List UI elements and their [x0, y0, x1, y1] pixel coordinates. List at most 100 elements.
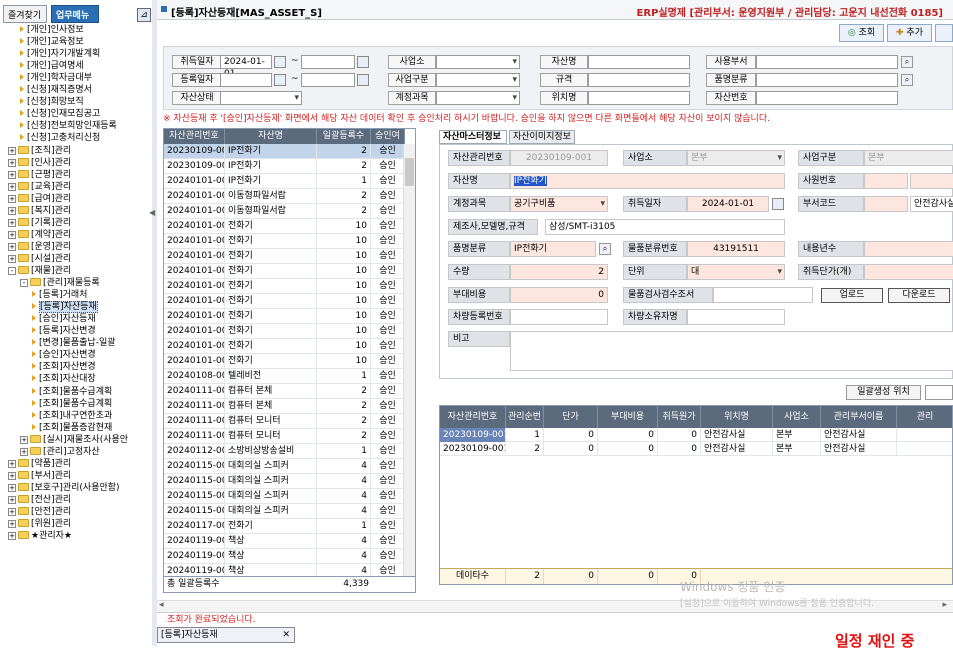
menu-tree-item[interactable]: + [부서]관리: [8, 470, 71, 482]
asset-name-field[interactable]: IP전화기: [510, 173, 785, 189]
table-row[interactable]: 20240101-003전화기10승인: [164, 324, 405, 339]
calendar-icon[interactable]: [274, 74, 286, 86]
scroll-left-icon[interactable]: ◂: [159, 600, 164, 610]
expand-icon[interactable]: +: [8, 471, 16, 480]
lookup-icon[interactable]: ⌕: [599, 243, 611, 255]
tab-work-menu[interactable]: 업무메뉴: [51, 5, 99, 23]
expand-icon[interactable]: +: [8, 170, 16, 179]
calendar-icon[interactable]: [357, 74, 369, 86]
expand-icon[interactable]: +: [8, 218, 16, 227]
column-header[interactable]: 관리부서이름: [821, 406, 897, 428]
menu-tree-item[interactable]: + [급여]관리: [8, 193, 71, 205]
table-row[interactable]: 20240101-003전화기10승인: [164, 264, 405, 279]
table-row[interactable]: 20240111-002컴퓨터 모니터2승인: [164, 414, 405, 429]
dept-code-field[interactable]: [864, 196, 908, 212]
office-select[interactable]: [436, 55, 520, 69]
menu-tree-item[interactable]: [조회]자산변경: [32, 361, 96, 373]
menu-tree-item[interactable]: [신청]고충처리신청: [20, 132, 100, 144]
lookup-icon[interactable]: ⌕: [901, 56, 913, 68]
expand-icon[interactable]: +: [8, 146, 16, 155]
class-no-field[interactable]: 43191511: [687, 241, 785, 257]
column-header[interactable]: 자산관리번호: [440, 406, 506, 428]
emp-no-field[interactable]: [864, 173, 908, 189]
batch-location-input[interactable]: [925, 385, 953, 400]
column-header[interactable]: 일괄등록수: [317, 129, 371, 144]
menu-tree-item[interactable]: + [시설]관리: [8, 253, 71, 265]
menu-tree-item[interactable]: [신청]인재모집공고: [20, 108, 100, 120]
batch-location-button[interactable]: 일괄생성 위치: [846, 385, 921, 400]
acq-date-to-input[interactable]: [301, 55, 355, 69]
menu-tree-item[interactable]: + [약품]관리: [8, 458, 71, 470]
table-row[interactable]: 20240115-001대회의실 스피커4승인: [164, 474, 405, 489]
asset-name-input[interactable]: [588, 55, 690, 69]
unit-field[interactable]: 대: [687, 264, 785, 280]
table-row[interactable]: 20240115-001대회의실 스피커4승인: [164, 504, 405, 519]
menu-tree-item[interactable]: - [관리]재물등록: [20, 277, 100, 289]
menu-tree-item[interactable]: + [기록]관리: [8, 217, 71, 229]
emp-name-field[interactable]: [910, 173, 953, 189]
menu-tree-item[interactable]: + [안전]관리: [8, 506, 71, 518]
menu-tree-item[interactable]: + [운영]관리: [8, 241, 71, 253]
column-header[interactable]: 위치명: [701, 406, 773, 428]
qty-field[interactable]: 2: [510, 264, 608, 280]
table-row[interactable]: 20230109-001IP전화기2승인: [164, 159, 405, 174]
extra-toolbar-button[interactable]: [935, 24, 953, 42]
account-select[interactable]: [436, 91, 520, 105]
table-row[interactable]: 20240112-001소방비상방송설비1승인: [164, 444, 405, 459]
column-header[interactable]: 단가: [544, 406, 598, 428]
column-header[interactable]: 자산관리번호: [164, 129, 225, 144]
collapse-icon[interactable]: -: [8, 267, 16, 275]
collapse-icon[interactable]: -: [20, 279, 28, 288]
spec-input[interactable]: [588, 73, 690, 87]
item-class-field[interactable]: IP전화기: [510, 241, 596, 257]
menu-tree-item[interactable]: + [인사]관리: [8, 157, 71, 169]
account-field[interactable]: 공기구비품: [510, 196, 608, 212]
asset-no-input[interactable]: [756, 91, 898, 105]
menu-tree-item[interactable]: [조회]물품증감현재: [32, 422, 112, 434]
calendar-icon[interactable]: [772, 198, 784, 210]
location-input[interactable]: [588, 91, 690, 105]
menu-tree-item[interactable]: + ★관리자★: [8, 530, 72, 542]
table-row[interactable]: 20240101-003전화기10승인: [164, 249, 405, 264]
acq-date-field[interactable]: 2024-01-01: [687, 196, 769, 212]
column-header[interactable]: 부대비용: [598, 406, 658, 428]
column-header[interactable]: 관리: [897, 406, 952, 428]
menu-tree-item[interactable]: + [위원]관리: [8, 518, 71, 530]
expand-icon[interactable]: +: [8, 242, 16, 251]
dept-name-field[interactable]: 안전감사실: [910, 196, 953, 212]
office-field[interactable]: 본부: [687, 150, 785, 166]
menu-tree-item[interactable]: - [재물]관리: [8, 265, 71, 277]
menu-tree-item[interactable]: [조회]물품수급계획: [32, 398, 112, 410]
download-button[interactable]: 다운로드: [888, 288, 950, 303]
reg-date-to-input[interactable]: [301, 73, 355, 87]
table-row[interactable]: 20240119-001책상4승인: [164, 534, 405, 549]
menu-tree-item[interactable]: [개인]자기개발계획: [20, 48, 100, 60]
menu-tree-item[interactable]: [변경]물품출납-일괄: [32, 337, 116, 349]
column-header[interactable]: 사업소: [773, 406, 821, 428]
office-type-select[interactable]: [436, 73, 520, 87]
expand-icon[interactable]: +: [8, 158, 16, 167]
table-row[interactable]: 20240115-001대회의실 스피커4승인: [164, 459, 405, 474]
vehicle-no-field[interactable]: [510, 309, 608, 325]
table-row[interactable]: 20230109-001 2 0 0 0 안전감사실 본부 안전감사실: [440, 442, 952, 456]
menu-tree-item[interactable]: + [근평]관리: [8, 169, 71, 181]
table-row[interactable]: 20240101-002이동형파일서랍2승인: [164, 204, 405, 219]
column-header[interactable]: 자산명: [225, 129, 317, 144]
table-row[interactable]: 20240111-001컴퓨터 본체2승인: [164, 399, 405, 414]
table-row[interactable]: 20240101-003전화기10승인: [164, 309, 405, 324]
expand-icon[interactable]: +: [8, 230, 16, 239]
item-class-input[interactable]: [756, 73, 898, 87]
expand-icon[interactable]: +: [20, 435, 28, 444]
upload-button[interactable]: 업로드: [821, 288, 883, 303]
calendar-icon[interactable]: [274, 56, 286, 68]
column-header[interactable]: 승인여부: [371, 129, 405, 156]
expand-icon[interactable]: +: [8, 206, 16, 215]
expand-icon[interactable]: +: [8, 182, 16, 191]
expand-icon[interactable]: +: [8, 459, 16, 468]
table-row[interactable]: 20240101-001IP전화기1승인: [164, 174, 405, 189]
table-row[interactable]: 20230109-001 1 0 0 0 안전감사실 본부 안전감사실: [440, 428, 952, 442]
menu-tree-item[interactable]: [등록]자산변경: [32, 325, 96, 337]
table-row[interactable]: 20240101-003전화기10승인: [164, 279, 405, 294]
expand-icon[interactable]: +: [20, 447, 28, 456]
table-row[interactable]: 20240101-003전화기10승인: [164, 339, 405, 354]
